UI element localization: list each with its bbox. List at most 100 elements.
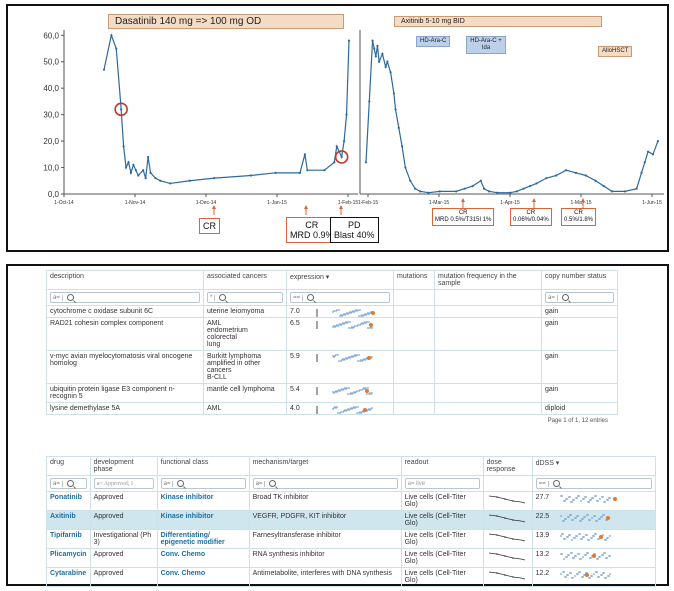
table-row[interactable]: v-myc avian myelocytomatosis viral oncog…: [46, 350, 618, 384]
filter-op[interactable]: a=: [256, 480, 266, 487]
filter-op[interactable]: *: [210, 294, 216, 301]
data-point: [643, 161, 646, 164]
drug-readout: Live cells (Cell-Titer Glo): [404, 570, 466, 584]
dose-response-cell: [482, 510, 533, 530]
data-point: [134, 169, 137, 172]
filter-op[interactable]: a=: [53, 294, 63, 301]
gene-mutation-frequency-cell: [434, 350, 542, 384]
gene-expression: 7.0: [290, 308, 300, 315]
dose-response-cell: [482, 529, 533, 549]
table-row[interactable]: Tipifarnib Investigational (Ph 3) Differen…: [46, 529, 657, 549]
col-description[interactable]: description: [46, 270, 204, 290]
drug-phase: Investigational (Ph 3): [93, 532, 152, 546]
data-point: [404, 166, 407, 169]
phase-filter-value[interactable]: a= Approved; I: [97, 481, 133, 487]
gene-description-cell: RAD21 cohesin complex component: [46, 317, 204, 351]
drug-phase-cell: Investigational (Ph 3): [89, 529, 158, 549]
data-point: [102, 68, 106, 71]
annotation-pd-line1: PD: [348, 220, 361, 230]
drug-class[interactable]: Kinase inhibitor: [161, 494, 214, 501]
col-readout[interactable]: readout: [400, 456, 484, 476]
table-row[interactable]: cytochrome c oxidase subunit 6C uterine l…: [46, 305, 618, 318]
drug-class[interactable]: Conv. Chemo: [161, 570, 206, 577]
drug-class[interactable]: Conv. Chemo: [161, 551, 206, 558]
drug-name-cell: Tipifarnib: [46, 529, 91, 549]
drug-filter[interactable]: a=: [50, 478, 87, 489]
table-row[interactable]: Ponatinib Approved Kinase inhibitor Broad T…: [46, 491, 657, 511]
mechanism-filter[interactable]: a=: [252, 478, 398, 489]
dss-filter[interactable]: ==: [535, 478, 652, 489]
chip-hd-ara-c-ida: HD-Ara-C + Ida: [466, 36, 506, 54]
drug-phase-cell: Approved: [89, 491, 158, 511]
y-tick-label: 60,0: [43, 31, 59, 40]
table-row[interactable]: ubiquitin protein ligase E3 component n-…: [46, 383, 618, 403]
col-drug[interactable]: drug: [46, 456, 91, 476]
filter-op[interactable]: a=: [53, 480, 63, 487]
search-icon: [552, 480, 560, 487]
drug-readout-cell: Live cells (Cell-Titer Glo): [400, 491, 484, 511]
col-development-phase[interactable]: development phase: [89, 456, 158, 476]
gene-expression: 4.0: [290, 405, 300, 412]
col-mechanism[interactable]: mechanism/target: [248, 456, 402, 476]
drug-name[interactable]: Tipifarnib: [50, 532, 82, 539]
gene-description: cytochrome c oxidase subunit 6C: [50, 308, 154, 315]
data-point: [400, 145, 404, 148]
y-tick-label: 30,0: [43, 111, 59, 120]
drug-class[interactable]: Differentiating/ epigenetic modifier: [161, 532, 225, 546]
data-point: [392, 92, 395, 95]
phase-filter[interactable]: a= Approved; I: [93, 478, 154, 489]
gene-table: description associated cancers expressio…: [46, 270, 618, 415]
col-mutations[interactable]: mutations: [393, 270, 435, 290]
gene-cancers: AML endometrium colorectal lung: [207, 320, 248, 348]
col-associated-cancers[interactable]: associated cancers: [203, 270, 287, 290]
filter-op[interactable]: ==: [293, 294, 304, 301]
drug-name[interactable]: Ponatinib: [50, 494, 82, 501]
drug-phase-cell: Approved: [89, 548, 158, 568]
table-row[interactable]: Axitinib Approved Kinase inhibitor VEGFR, P…: [46, 510, 657, 530]
expression-filter[interactable]: ==: [290, 292, 390, 303]
data-point: [419, 190, 422, 193]
filter-op[interactable]: ==: [539, 480, 549, 487]
drug-name[interactable]: Axitinib: [50, 513, 76, 520]
copy-number-filter[interactable]: a=: [545, 292, 614, 303]
col-mutation-frequency[interactable]: mutation frequency in the sample: [434, 270, 542, 290]
filter-op[interactable]: a=: [164, 480, 174, 487]
annotation-cr-mrd-line1: CR: [305, 220, 319, 230]
annotation-pd-line2: Blast 40%: [334, 230, 375, 240]
data-point: [651, 153, 655, 156]
annotation-cr-1-text: CR: [203, 221, 216, 231]
col-expression[interactable]: expression ▾: [286, 270, 394, 290]
drug-readout-cell: Live cells (Cell-Titer Glo): [400, 548, 484, 568]
gene-mutations-cell: [393, 317, 435, 351]
table-row[interactable]: Plicamycin Approved Conv. Chemo RNA synthes…: [46, 548, 657, 568]
annotation-cr4-line1: CR: [574, 210, 583, 216]
drug-class[interactable]: Kinase inhibitor: [161, 513, 214, 520]
annotation-cr3-line1: CR: [526, 210, 536, 216]
ddss-cell: 22.5: [531, 510, 657, 530]
table-row[interactable]: RAD21 cohesin complex component AML endom…: [46, 317, 618, 351]
description-filter[interactable]: a=: [50, 292, 200, 303]
data-point: [656, 139, 660, 143]
drug-name-cell: Plicamycin: [46, 548, 91, 568]
col-ddss[interactable]: dDSS ▾: [531, 456, 657, 476]
drug-class-cell: Conv. Chemo: [156, 567, 250, 587]
expression-distribution-sparkline: [316, 406, 373, 414]
table-row[interactable]: Cytarabine Approved Conv. Chemo Antimetabol…: [46, 567, 657, 587]
gene-cancers-cell: mantle cell lymphoma: [203, 383, 287, 403]
data-point: [528, 184, 532, 188]
cancers-filter[interactable]: *: [207, 292, 283, 303]
drug-name[interactable]: Plicamycin: [50, 551, 87, 558]
drug-name[interactable]: Cytarabine: [50, 570, 86, 577]
filter-op[interactable]: a=: [548, 294, 558, 301]
col-functional-class[interactable]: functional class: [156, 456, 250, 476]
col-copy-number[interactable]: copy number status: [541, 270, 618, 290]
col-dose-response[interactable]: dose response: [482, 456, 533, 476]
readout-filter-value[interactable]: a= live: [408, 481, 426, 487]
data-point: [343, 139, 346, 143]
data-point: [389, 71, 392, 74]
annotation-cr2-line1: CR: [458, 210, 468, 216]
class-filter[interactable]: a=: [160, 478, 246, 489]
readout-filter[interactable]: a= live: [404, 478, 480, 489]
ddss-cell: 27.7: [531, 491, 657, 511]
table-row[interactable]: lysine demethylase 5A AML 4.0 diploid: [46, 402, 618, 415]
